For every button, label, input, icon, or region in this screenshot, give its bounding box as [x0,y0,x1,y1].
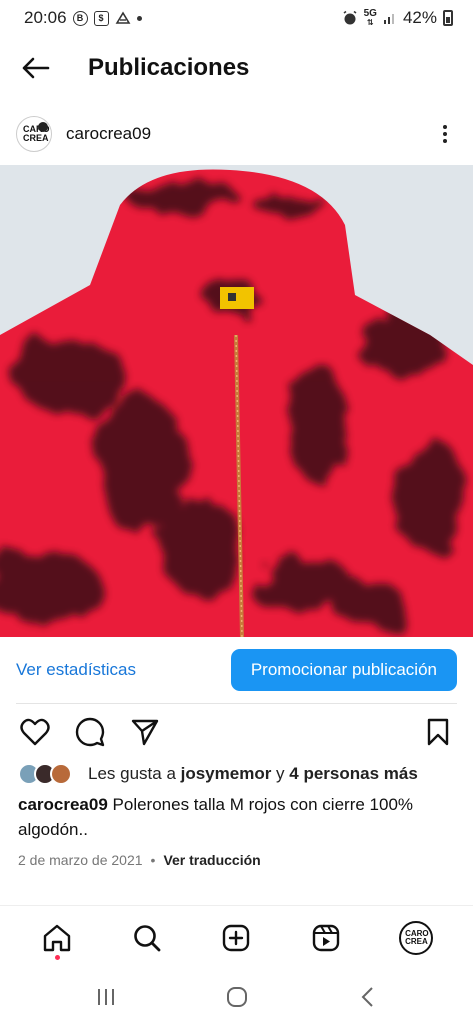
post-actions-bar: Ver estadísticas Promocionar publicación [0,645,473,695]
more-dot [443,125,447,129]
back-button[interactable] [0,40,70,96]
signal-icon [383,11,397,25]
notification-icon [115,11,131,25]
chevron-left-icon [361,987,373,1007]
more-options-button[interactable] [433,125,457,143]
post-header: CARO CREA carocrea09 [0,110,473,158]
bottom-nav: CARO CREA [0,905,473,969]
notification-dot [54,954,60,960]
likes-others[interactable]: 4 personas más [289,764,418,783]
post-date: 2 de marzo de 2021 [18,852,143,868]
home-circle-icon [226,987,247,1007]
avatar[interactable]: CARO CREA [16,116,52,152]
nav-home[interactable] [33,914,81,962]
likes-connector: y [271,764,290,783]
share-button[interactable] [130,717,160,747]
heart-icon [20,718,50,746]
home-system-button[interactable] [217,977,257,1017]
add-post-icon [223,924,250,951]
red-tie-dye-hoodie-image [0,165,473,637]
post-caption: carocrea09 Polerones talla M rojos con c… [18,792,458,842]
more-notifications-icon [136,15,142,21]
save-button[interactable] [423,717,453,747]
liker-avatars [18,763,80,785]
shop-icon: $ [93,10,109,26]
likes-row[interactable]: Les gusta a josymemor y 4 personas más [0,760,473,788]
recent-apps-button[interactable] [86,977,126,1017]
likes-prefix: Les gusta a [88,764,181,783]
post-image[interactable] [0,165,473,637]
battery-icon [443,10,453,26]
comment-button[interactable] [75,717,105,747]
back-arrow-icon [22,57,50,79]
top-bar: Publicaciones [0,40,473,96]
view-stats-link[interactable]: Ver estadísticas [16,660,136,680]
likes-text: Les gusta a josymemor y 4 personas más [88,764,418,784]
likes-user[interactable]: josymemor [181,764,272,783]
more-dot [443,132,447,136]
post-meta: 2 de marzo de 2021 • Ver traducción [18,850,261,870]
nav-search[interactable] [123,914,171,962]
network-label: 5G [363,8,377,19]
b-icon: B [72,10,88,26]
alarm-icon [342,10,358,26]
like-button[interactable] [20,717,50,747]
nav-reels[interactable] [302,914,350,962]
bookmark-icon [427,718,449,746]
comment-icon [75,717,105,747]
status-bar: 20:06 B $ 5G ⇅ 42% [0,0,473,36]
nav-create[interactable] [212,914,260,962]
status-time: 20:06 [24,8,67,27]
back-system-button[interactable] [348,977,388,1017]
nav-profile[interactable]: CARO CREA [392,914,440,962]
liker-avatar [50,763,72,785]
home-icon [43,924,71,951]
send-icon [131,719,159,746]
5g-icon: 5G ⇅ [363,8,377,28]
see-translation-link[interactable]: Ver traducción [163,852,260,868]
battery-percent: 42% [402,8,437,27]
separator-dot: • [150,852,156,868]
post-username[interactable]: carocrea09 [66,124,151,144]
promote-post-button[interactable]: Promocionar publicación [230,649,457,691]
divider [16,703,457,704]
post-icon-row [0,712,473,752]
recent-apps-icon [97,989,114,1005]
profile-avatar-text: CARO CREA [405,928,429,946]
search-icon [133,924,161,951]
avatar-splat [38,122,48,132]
caption-username[interactable]: carocrea09 [18,795,108,814]
system-nav-bar [0,970,473,1024]
more-dot [443,139,447,143]
page-title: Publicaciones [88,54,250,81]
profile-avatar: CARO CREA [399,920,434,955]
reels-icon [313,924,340,951]
